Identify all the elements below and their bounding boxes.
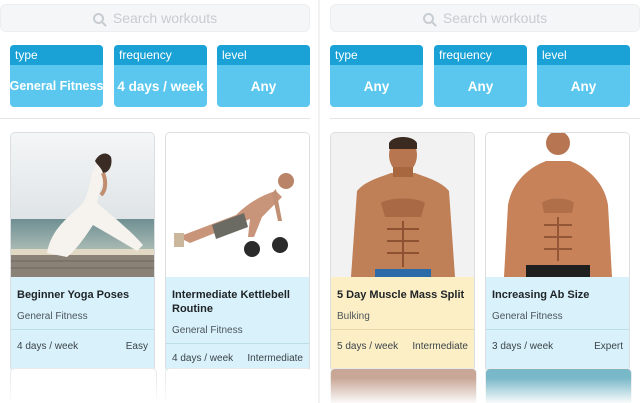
card-category: General Fitness <box>492 311 563 322</box>
workout-list-panel-left: Search workouts type General Fitness fre… <box>0 0 310 403</box>
search-placeholder: Search workouts <box>442 10 548 26</box>
card-level: Intermediate <box>247 353 303 364</box>
filter-value: Any <box>467 78 494 94</box>
workout-list-panel-right: Search workouts type Any frequency Any l… <box>330 0 640 403</box>
card-level: Expert <box>594 341 623 352</box>
filter-label: frequency <box>114 45 207 65</box>
filter-label: level <box>217 45 310 65</box>
scroll-fade <box>330 378 640 403</box>
workout-card-ab-size[interactable]: Increasing Ab Size General Fitness 3 day… <box>485 132 630 372</box>
card-title: 5 Day Muscle Mass Split <box>337 289 465 301</box>
card-title: Beginner Yoga Poses <box>17 289 130 301</box>
yoga-pose-photo <box>11 133 154 277</box>
divider <box>0 118 310 119</box>
filter-label: level <box>537 45 630 65</box>
card-frequency: 4 days / week <box>172 353 234 364</box>
filter-value: General Fitness <box>10 79 103 93</box>
filter-type[interactable]: type General Fitness <box>10 45 103 107</box>
search-icon <box>92 12 104 24</box>
card-divider <box>486 329 629 330</box>
filter-label: type <box>10 45 103 65</box>
card-divider <box>331 329 474 330</box>
filter-value: Any <box>363 78 390 94</box>
card-level: Easy <box>125 341 148 352</box>
search-icon <box>422 12 434 24</box>
panel-divider <box>318 0 320 403</box>
abs-man-photo <box>486 133 629 277</box>
filter-label: frequency <box>434 45 527 65</box>
workout-card-beginner-yoga[interactable]: Beginner Yoga Poses General Fitness 4 da… <box>10 132 155 372</box>
card-divider <box>166 343 309 344</box>
divider <box>330 118 640 119</box>
card-frequency: 5 days / week <box>337 341 399 352</box>
filter-level[interactable]: level Any <box>537 45 630 107</box>
workout-card-kettlebell[interactable]: Intermediate Kettlebell Routine General … <box>165 132 310 372</box>
filter-value: Any <box>570 78 597 94</box>
kettlebell-pushup-photo <box>166 133 309 277</box>
card-category: General Fitness <box>172 325 243 336</box>
filter-value: Any <box>250 78 277 94</box>
card-level: Intermediate <box>412 341 468 352</box>
card-title: Intermediate Kettlebell Routine <box>172 289 290 315</box>
card-frequency: 3 days / week <box>492 341 554 352</box>
workout-card-muscle-mass[interactable]: 5 Day Muscle Mass Split Bulking 5 days /… <box>330 132 475 372</box>
card-category: Bulking <box>337 311 370 322</box>
filter-type[interactable]: type Any <box>330 45 423 107</box>
search-bar[interactable]: Search workouts <box>0 4 310 32</box>
card-title: Increasing Ab Size <box>492 289 590 301</box>
card-category: General Fitness <box>17 311 88 322</box>
filter-frequency[interactable]: frequency 4 days / week <box>114 45 207 107</box>
muscular-man-photo <box>331 133 474 277</box>
filter-level[interactable]: level Any <box>217 45 310 107</box>
filter-value: 4 days / week <box>117 78 204 94</box>
filter-frequency[interactable]: frequency Any <box>434 45 527 107</box>
card-frequency: 4 days / week <box>17 341 79 352</box>
scroll-fade <box>0 378 310 403</box>
card-divider <box>11 329 154 330</box>
search-bar[interactable]: Search workouts <box>330 4 640 32</box>
search-placeholder: Search workouts <box>112 10 218 26</box>
filter-label: type <box>330 45 423 65</box>
